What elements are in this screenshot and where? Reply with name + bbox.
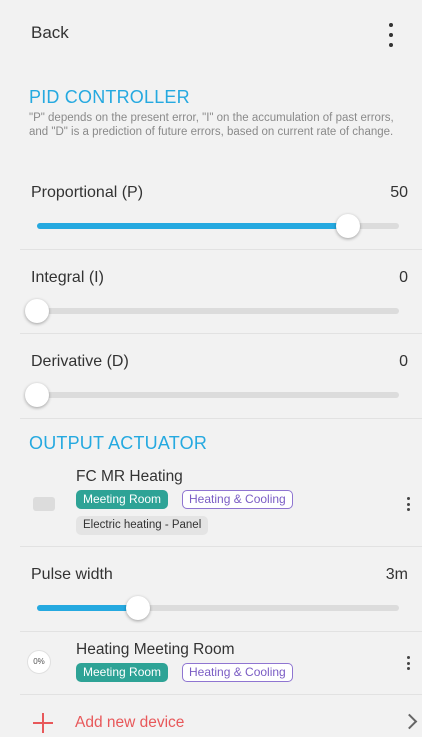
proportional-value: 50 xyxy=(390,184,408,201)
add-new-device-row[interactable]: Add new device xyxy=(0,700,422,737)
divider xyxy=(20,694,422,695)
slider-fill xyxy=(37,223,349,229)
pulse-width-slider[interactable] xyxy=(37,596,399,620)
derivative-value: 0 xyxy=(399,353,408,370)
divider xyxy=(20,249,422,250)
slider-fill xyxy=(37,605,139,611)
top-bar: Back xyxy=(0,0,422,68)
category-tag: Heating & Cooling xyxy=(182,490,293,509)
output-section-title: OUTPUT ACTUATOR xyxy=(29,433,208,453)
pid-section-title: PID CONTROLLER xyxy=(29,87,190,107)
integral-label: Integral (I) xyxy=(31,269,104,286)
slider-track xyxy=(37,392,399,398)
pulse-width-value: 3m xyxy=(385,566,408,583)
derivative-label: Derivative (D) xyxy=(31,353,129,370)
dimmer-level-icon: 0% xyxy=(27,650,51,674)
plus-icon xyxy=(33,713,53,733)
pid-settings-screen: Back PID CONTROLLER "P" depends on the p… xyxy=(0,0,422,737)
divider xyxy=(20,631,422,632)
kebab-vertical-icon[interactable] xyxy=(407,656,411,670)
integral-slider[interactable] xyxy=(25,299,399,323)
slider-track xyxy=(37,308,399,314)
room-tag: Meeting Room xyxy=(76,663,169,682)
device-name[interactable]: Heating Meeting Room xyxy=(76,641,235,659)
proportional-label: Proportional (P) xyxy=(31,184,144,201)
slider-thumb[interactable] xyxy=(336,214,361,238)
kebab-vertical-icon[interactable] xyxy=(407,497,411,511)
slider-thumb[interactable] xyxy=(25,299,49,323)
slider-thumb[interactable] xyxy=(126,596,151,620)
derivative-slider[interactable] xyxy=(25,383,399,407)
add-new-device-label: Add new device xyxy=(75,714,185,731)
integral-value: 0 xyxy=(399,269,408,286)
category-tag: Heating & Cooling xyxy=(182,663,293,682)
slider-thumb[interactable] xyxy=(25,383,49,407)
kebab-vertical-icon[interactable] xyxy=(385,21,397,49)
device-name[interactable]: FC MR Heating xyxy=(76,468,183,486)
divider xyxy=(20,418,422,419)
back-button[interactable]: Back xyxy=(31,23,69,43)
pulse-width-label: Pulse width xyxy=(31,566,113,583)
chevron-right-icon xyxy=(401,713,418,730)
device-type-tag: Electric heating - Panel xyxy=(76,516,209,535)
divider xyxy=(20,333,422,334)
room-tag: Meeting Room xyxy=(76,490,169,509)
proportional-slider[interactable] xyxy=(37,214,399,238)
divider xyxy=(20,546,422,547)
device-icon xyxy=(33,497,55,511)
pid-description: "P" depends on the present error, "I" on… xyxy=(29,112,394,138)
